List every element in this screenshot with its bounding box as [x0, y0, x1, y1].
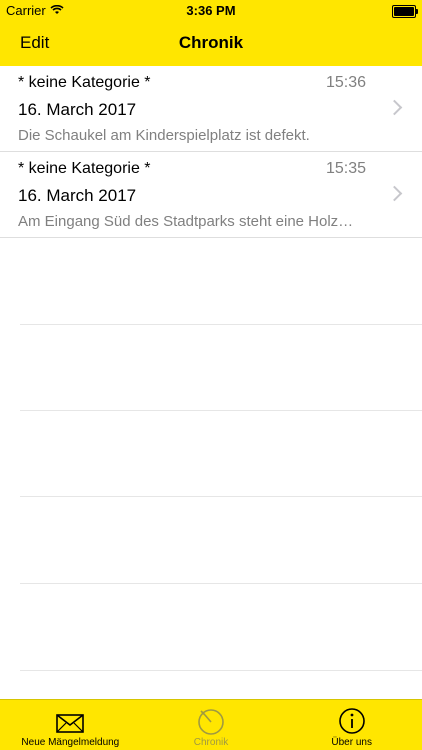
- row-separator: [20, 670, 422, 671]
- list-item[interactable]: * keine Kategorie * 15:35 16. March 2017…: [0, 152, 422, 238]
- status-time: 3:36 PM: [186, 3, 236, 18]
- item-description: Die Schaukel am Kinderspielplatz ist def…: [18, 127, 310, 144]
- tab-label: Chronik: [193, 737, 229, 748]
- tab-label: Über uns: [331, 737, 372, 748]
- tab-new-report[interactable]: Neue Mängelmeldung: [0, 700, 141, 750]
- row-separator: [20, 496, 422, 497]
- item-description: Am Eingang Süd des Stadtparks steht eine…: [18, 213, 354, 230]
- chevron-right-icon: [386, 99, 403, 116]
- item-date: 16. March 2017: [18, 100, 137, 119]
- list-item[interactable]: * keine Kategorie * 15:36 16. March 2017…: [0, 66, 422, 152]
- item-time: 15:36: [325, 74, 366, 91]
- chevron-right-icon: [386, 185, 403, 202]
- navigation-bar: Edit Chronik: [0, 22, 422, 66]
- envelope-icon: [55, 711, 85, 735]
- battery-icon: [392, 5, 418, 18]
- info-icon: [337, 707, 367, 735]
- item-category: * keine Kategorie *: [18, 74, 151, 91]
- tab-bar: Neue Mängelmeldung Chronik Über uns: [0, 699, 422, 750]
- tab-history[interactable]: Chronik: [141, 700, 282, 750]
- item-date: 16. March 2017: [18, 186, 137, 205]
- page-title: Chronik: [178, 33, 244, 52]
- history-icon: [196, 707, 226, 735]
- status-bar: Carrier 3:36 PM: [0, 0, 422, 22]
- item-category: * keine Kategorie *: [18, 160, 151, 177]
- tab-label: Neue Mängelmeldung: [21, 737, 120, 748]
- item-time: 15:35: [325, 160, 366, 177]
- tab-about[interactable]: Über uns: [281, 700, 422, 750]
- history-list: * keine Kategorie * 15:36 16. March 2017…: [0, 66, 422, 238]
- row-separator: [20, 410, 422, 411]
- row-separator: [20, 583, 422, 584]
- row-separator: [20, 324, 422, 325]
